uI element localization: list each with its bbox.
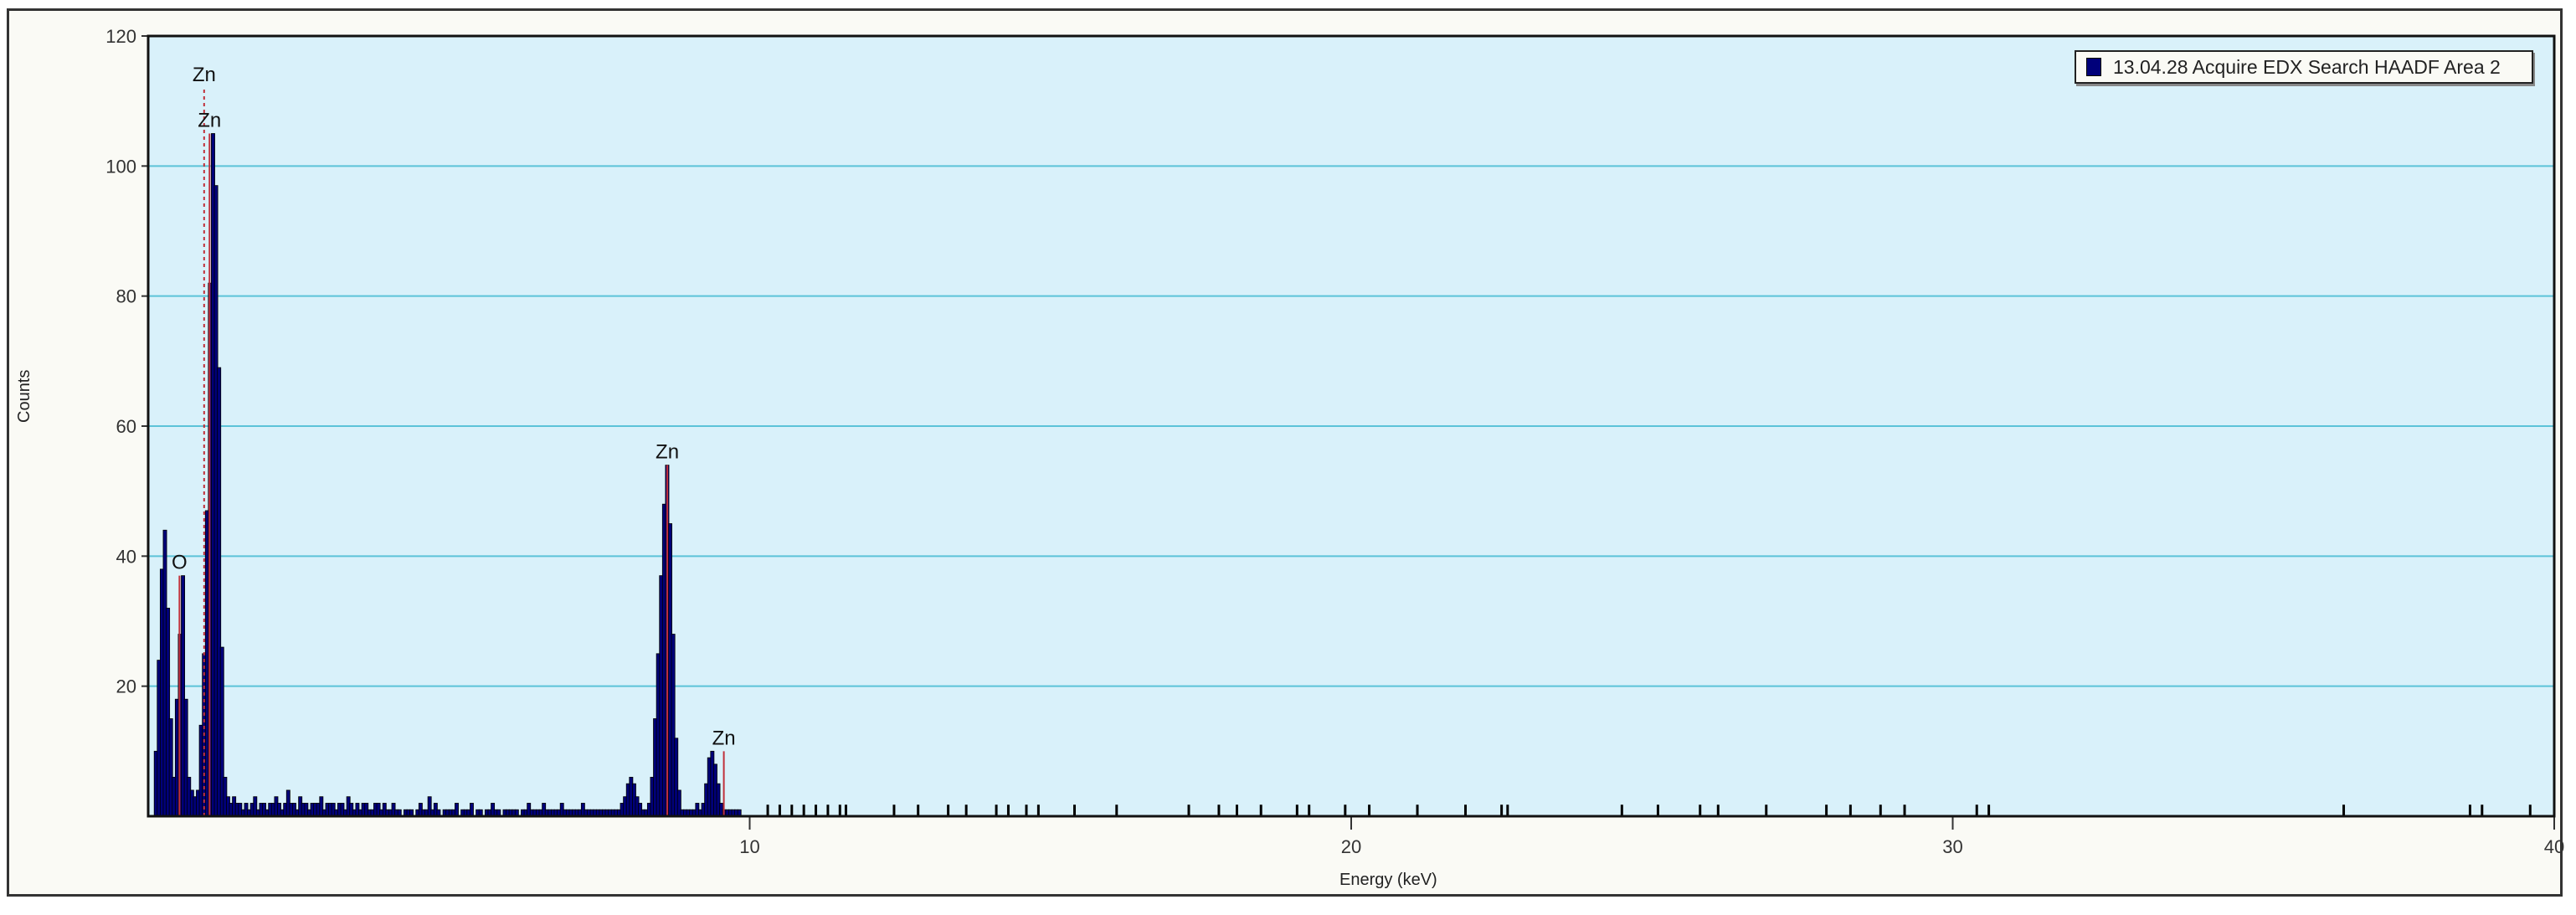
edx-spectrum-chart: 20 40 60 80 100 120 10 20 30 40 Zn Zn O Zn Zn [105, 26, 2564, 857]
peak-label: O [172, 552, 188, 574]
spectrum-bin [455, 803, 459, 817]
y-tick-label: 120 [105, 26, 136, 47]
x-tick-label: 20 [1341, 836, 1361, 857]
x-tick-label: 30 [1942, 836, 1962, 857]
legend-swatch [2086, 58, 2101, 76]
peak-label: Zn [712, 727, 736, 749]
y-tick-label: 100 [105, 156, 136, 177]
spectrum-bin [469, 803, 474, 817]
x-axis-label: Energy (keV) [1339, 871, 1437, 889]
y-tick-label: 20 [116, 676, 136, 697]
y-tick-label: 60 [116, 416, 136, 437]
y-tick-label: 80 [116, 286, 136, 307]
y-tick-label: 40 [116, 546, 136, 567]
legend-entry: 13.04.28 Acquire EDX Search HAADF Area 2 [2113, 55, 2501, 78]
legend: 13.04.28 Acquire EDX Search HAADF Area 2 [2075, 50, 2533, 84]
peak-label: Zn [656, 441, 679, 464]
peak-label: Zn [193, 64, 216, 86]
peak-label: Zn [198, 110, 221, 132]
x-tick-label: 10 [739, 836, 759, 857]
x-tick-label: 40 [2544, 836, 2564, 857]
y-axis-label: Counts [15, 369, 33, 423]
